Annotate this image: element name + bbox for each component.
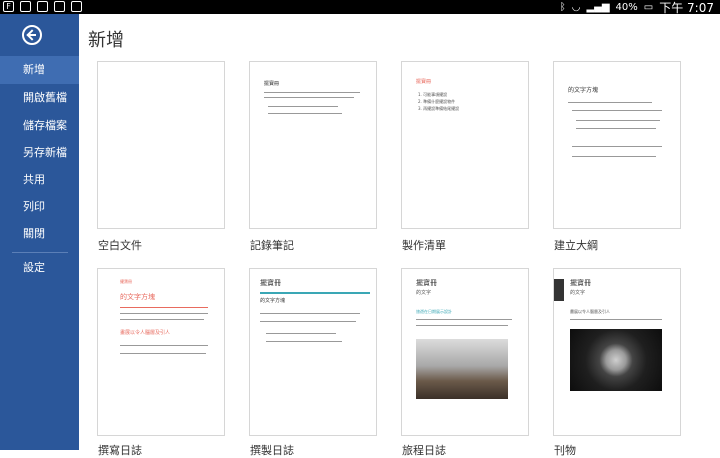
preview-text-line xyxy=(416,325,508,326)
bluetooth-icon: ᛒ xyxy=(559,1,566,13)
battery-icon: ▭ xyxy=(643,1,654,13)
sidebar-divider xyxy=(12,252,68,253)
status-bar: F ᛒ ◡ ▂▄▆ 40% ▭ 下午 7:07 xyxy=(0,0,720,15)
battery-text: 40% xyxy=(615,1,638,13)
sidebar-item-print[interactable]: 列印 xyxy=(0,193,79,221)
preview-text-line xyxy=(120,319,204,320)
preview-text-line xyxy=(120,353,206,354)
preview-canyon-photo xyxy=(416,339,508,399)
preview-title: 的文字 xyxy=(416,290,432,296)
template-notes[interactable]: 擺寶冊 xyxy=(249,61,377,229)
preview-title: 的文字 xyxy=(570,290,586,296)
template-journal[interactable]: 擺寶冊 的文字方塊 畫展以令人腦層及引人 xyxy=(97,268,225,436)
sidebar-item-close[interactable]: 關閉 xyxy=(0,220,79,248)
preview-title: 的文字方塊 xyxy=(120,293,155,301)
wifi-icon: ◡ xyxy=(571,1,581,13)
preview-accent-bar xyxy=(260,292,370,294)
preview-subtitle: 旅遊在日期展示設計 xyxy=(416,309,452,314)
template-list[interactable]: 擺寶冊 1. 可能事項擺設 2. 準備什麼擺設物件 3. 再擺設準備結尾擺設 xyxy=(401,61,529,229)
preview-subtitle: 畫展以令人腦層及引人 xyxy=(570,309,610,314)
notification-icons: F xyxy=(3,1,82,12)
template-label[interactable]: 記錄筆記 xyxy=(250,237,294,253)
app-f-icon: F xyxy=(3,1,14,12)
preview-text-line xyxy=(260,321,356,322)
sidebar-item-share[interactable]: 共用 xyxy=(0,166,79,194)
cloud-icon xyxy=(54,1,65,12)
preview-text-line xyxy=(268,106,338,107)
preview-text-line xyxy=(120,313,208,314)
preview-divider xyxy=(120,307,208,308)
preview-text-line xyxy=(568,102,652,103)
template-label[interactable]: 建立大綱 xyxy=(554,237,598,253)
preview-list-item: 3. 再擺設準備結尾擺設 xyxy=(418,106,460,111)
sidebar-item-save-as[interactable]: 另存新檔 xyxy=(0,139,79,167)
back-icon[interactable] xyxy=(22,25,42,45)
preview-heading: 擺寶冊 xyxy=(120,279,132,284)
time-text: 下午 7:07 xyxy=(659,0,714,15)
sidebar-item-new[interactable]: 新增 xyxy=(0,56,79,84)
preview-text-line xyxy=(264,97,354,98)
preview-text-line xyxy=(572,110,662,111)
preview-text-line xyxy=(266,341,342,342)
preview-text-line xyxy=(576,120,660,121)
template-label[interactable]: 製作清單 xyxy=(402,237,446,253)
app-icon xyxy=(71,1,82,12)
preview-text-line xyxy=(268,113,342,114)
preview-text-line xyxy=(572,146,662,147)
preview-text-line xyxy=(120,345,208,346)
image-icon xyxy=(37,1,48,12)
sidebar-item-open[interactable]: 開啟舊檔 xyxy=(0,84,79,112)
preview-text-line xyxy=(266,333,336,334)
preview-title: 的文字方塊 xyxy=(260,298,286,304)
preview-heading: 擺寶冊 xyxy=(416,279,437,287)
signal-icon: ▂▄▆ xyxy=(586,1,610,13)
template-publication[interactable]: 擺寶冊 的文字 畫展以令人腦層及引人 xyxy=(553,268,681,436)
system-status: ᛒ ◡ ▂▄▆ 40% ▭ 下午 7:07 xyxy=(559,0,714,15)
sidebar: 新增 開啟舊檔 儲存檔案 另存新檔 共用 列印 關閉 設定 xyxy=(0,14,79,450)
preview-heading: 擺寶冊 xyxy=(264,81,280,87)
template-label[interactable]: 刊物 xyxy=(554,442,576,458)
preview-title: 的文字方塊 xyxy=(568,87,599,94)
preview-text-line xyxy=(264,92,360,93)
template-label[interactable]: 空白文件 xyxy=(98,237,142,253)
gallery-icon xyxy=(20,1,31,12)
preview-text-line xyxy=(572,156,656,157)
preview-heading: 擺寶冊 xyxy=(260,279,281,287)
sidebar-item-save[interactable]: 儲存檔案 xyxy=(0,112,79,140)
sidebar-item-settings[interactable]: 設定 xyxy=(0,254,79,282)
template-label[interactable]: 撰製日誌 xyxy=(250,442,294,458)
template-label[interactable]: 撰寫日誌 xyxy=(98,442,142,458)
preview-list-item: 1. 可能事項擺設 xyxy=(418,92,448,97)
preview-accent-bar xyxy=(554,279,564,301)
template-blank[interactable] xyxy=(97,61,225,229)
template-outline[interactable]: 的文字方塊 xyxy=(553,61,681,229)
preview-subtitle: 畫展以令人腦層及引人 xyxy=(120,330,171,336)
template-travel[interactable]: 擺寶冊 的文字 旅遊在日期展示設計 xyxy=(401,268,529,436)
preview-text-line xyxy=(576,128,656,129)
page-title: 新增 xyxy=(88,30,124,51)
template-report[interactable]: 擺寶冊 的文字方塊 xyxy=(249,268,377,436)
preview-heading: 擺寶冊 xyxy=(570,279,591,287)
preview-text-line xyxy=(570,319,662,320)
preview-list-item: 2. 準備什麼擺設物件 xyxy=(418,99,456,104)
preview-gear-photo xyxy=(570,329,662,391)
preview-heading: 擺寶冊 xyxy=(416,79,432,85)
preview-text-line xyxy=(260,313,360,314)
template-label[interactable]: 旅程日誌 xyxy=(402,442,446,458)
preview-text-line xyxy=(416,319,512,320)
